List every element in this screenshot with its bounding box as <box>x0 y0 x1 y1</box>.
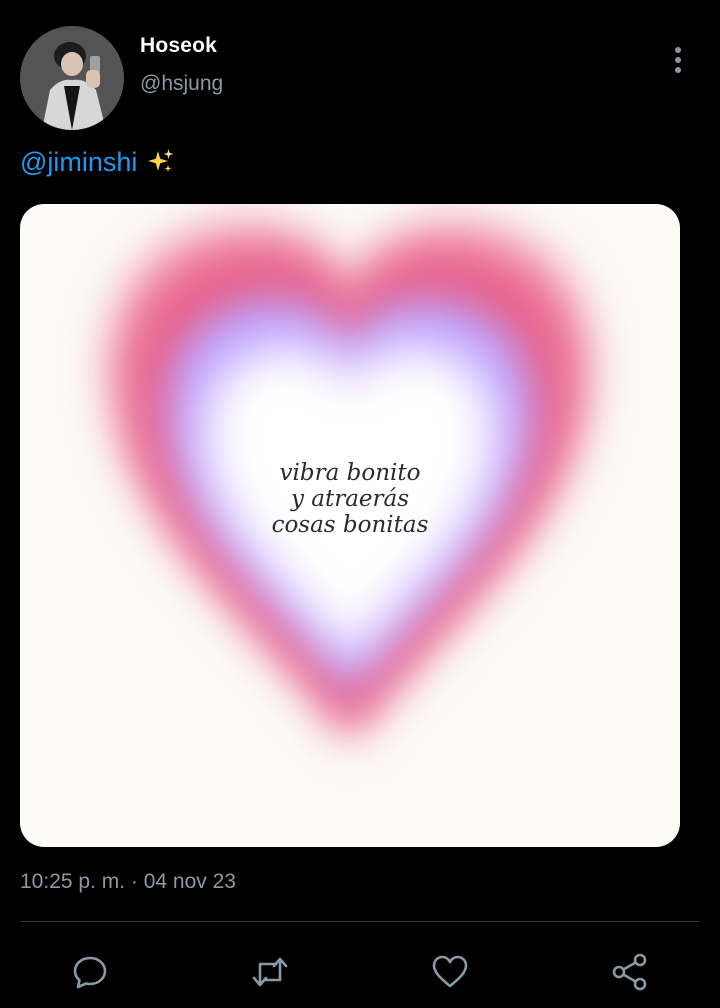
more-dot-icon <box>675 47 681 53</box>
more-options-button[interactable] <box>664 44 692 76</box>
tweet-detail: Hoseok @hsjung @jiminshi vibra bonito y … <box>0 0 720 1008</box>
user-handle[interactable]: @hsjung <box>140 72 223 96</box>
more-dot-icon <box>675 67 681 73</box>
avatar[interactable] <box>20 26 124 130</box>
caption-line-3: cosas bonitas <box>271 512 429 538</box>
share-icon <box>612 953 647 991</box>
image-caption: vibra bonito y atraerás cosas bonitas <box>20 460 680 538</box>
reply-icon <box>73 956 107 989</box>
like-button[interactable] <box>426 948 474 996</box>
heart-icon <box>432 955 468 988</box>
caption-line-1: vibra bonito <box>279 460 421 486</box>
reply-button[interactable] <box>66 948 114 996</box>
mention-link[interactable]: @jiminshi <box>20 144 137 180</box>
tweet-timestamp[interactable]: 10:25 p. m. · 04 nov 23 <box>20 870 236 894</box>
tweet-text: @jiminshi <box>20 144 175 180</box>
display-name[interactable]: Hoseok <box>140 34 217 58</box>
tweet-image[interactable]: vibra bonito y atraerás cosas bonitas <box>20 204 680 847</box>
retweet-icon <box>252 957 288 987</box>
more-dot-icon <box>675 57 681 63</box>
divider <box>20 921 700 922</box>
caption-line-2: y atraerás <box>290 486 410 512</box>
share-button[interactable] <box>606 948 654 996</box>
retweet-button[interactable] <box>246 948 294 996</box>
sparkles-icon <box>148 149 174 172</box>
